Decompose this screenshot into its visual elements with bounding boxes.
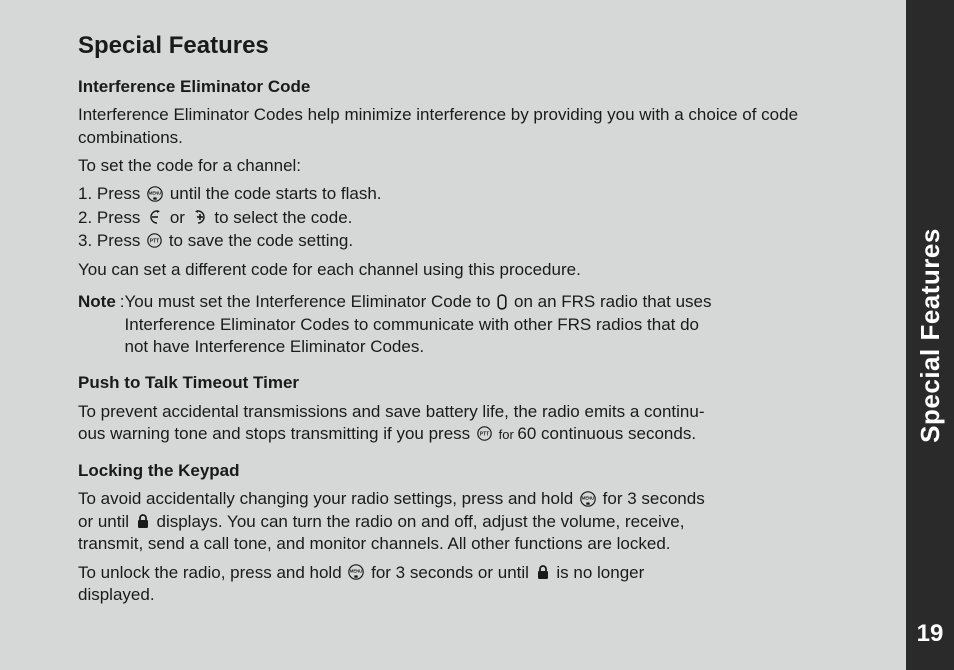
lock-para-2: To unlock the radio, press and hold MENU… <box>78 562 856 607</box>
sidebar-label-container: Special Features <box>906 0 954 670</box>
text: for 3 seconds or until <box>371 563 534 582</box>
main-content: Special Features Interference Eliminator… <box>78 30 856 612</box>
svg-text:MENU: MENU <box>350 569 362 574</box>
menu-icon: MENU <box>348 564 364 580</box>
iec-note: Note: You must set the Interference Elim… <box>78 291 856 358</box>
page-number: 19 <box>906 620 954 648</box>
text: Interference Eliminator Codes to communi… <box>125 314 856 336</box>
page-title: Special Features <box>78 30 856 62</box>
text: not have Interference Eliminator Codes. <box>125 336 856 358</box>
lock-icon <box>536 564 550 580</box>
zero-icon <box>497 294 507 310</box>
note-label: Note <box>78 292 116 311</box>
text: To unlock the radio, press and hold <box>78 563 346 582</box>
text: 3. Press <box>78 231 145 250</box>
iec-step-3: 3. Press PTT to save the code setting. <box>78 230 856 252</box>
text: 60 continuous seconds. <box>517 424 696 443</box>
ptt-para: To prevent accidental transmissions and … <box>78 401 856 446</box>
text: displays. You can turn the radio on and … <box>156 512 684 531</box>
ptt-icon: PTT <box>477 426 492 441</box>
menu-icon: MENU <box>147 186 163 202</box>
text: displayed. <box>78 584 856 606</box>
text: 2. Press <box>78 208 145 227</box>
svg-text:PTT: PTT <box>150 239 159 245</box>
note-body: You must set the Interference Eliminator… <box>125 291 856 358</box>
sidebar-label: Special Features <box>915 228 946 443</box>
text: to select the code. <box>214 208 352 227</box>
iec-step-2: 2. Press or <box>78 207 856 229</box>
svg-text:PTT: PTT <box>480 432 489 438</box>
text: for 3 seconds <box>603 489 705 508</box>
iec-intro: Interference Eliminator Codes help minim… <box>78 104 856 149</box>
text: to save the code setting. <box>169 231 353 250</box>
text: until the code starts to flash. <box>170 184 382 203</box>
minus-left-icon <box>147 210 163 224</box>
text: To avoid accidentally changing your radi… <box>78 489 578 508</box>
page: Special Features Interference Eliminator… <box>0 0 954 670</box>
text: You must set the Interference Eliminator… <box>125 292 496 311</box>
text: transmit, send a call tone, and monitor … <box>78 533 856 555</box>
plus-right-icon <box>192 210 208 224</box>
menu-icon: MENU <box>580 491 596 507</box>
section-lock-title: Locking the Keypad <box>78 460 856 482</box>
section-iec-title: Interference Eliminator Code <box>78 76 856 98</box>
section-ptt-title: Push to Talk Timeout Timer <box>78 372 856 394</box>
text: or <box>170 208 190 227</box>
text: is no longer <box>556 563 644 582</box>
text: ous warning tone and stops transmitting … <box>78 424 475 443</box>
svg-text:MENU: MENU <box>582 495 594 500</box>
text: or until <box>78 512 134 531</box>
sidebar-tab: Special Features 19 <box>906 0 954 670</box>
svg-text:MENU: MENU <box>149 191 161 196</box>
iec-to-set: To set the code for a channel: <box>78 155 856 177</box>
iec-steps: 1. Press MENU until the code starts to f… <box>78 183 856 252</box>
lock-icon <box>136 513 150 529</box>
iec-step-1: 1. Press MENU until the code starts to f… <box>78 183 856 205</box>
iec-after: You can set a different code for each ch… <box>78 259 856 281</box>
lock-para-1: To avoid accidentally changing your radi… <box>78 488 856 555</box>
text: for <box>499 427 518 442</box>
text: 1. Press <box>78 184 145 203</box>
ptt-icon: PTT <box>147 233 162 248</box>
text: To prevent accidental transmissions and … <box>78 401 856 423</box>
text: on an FRS radio that uses <box>514 292 712 311</box>
